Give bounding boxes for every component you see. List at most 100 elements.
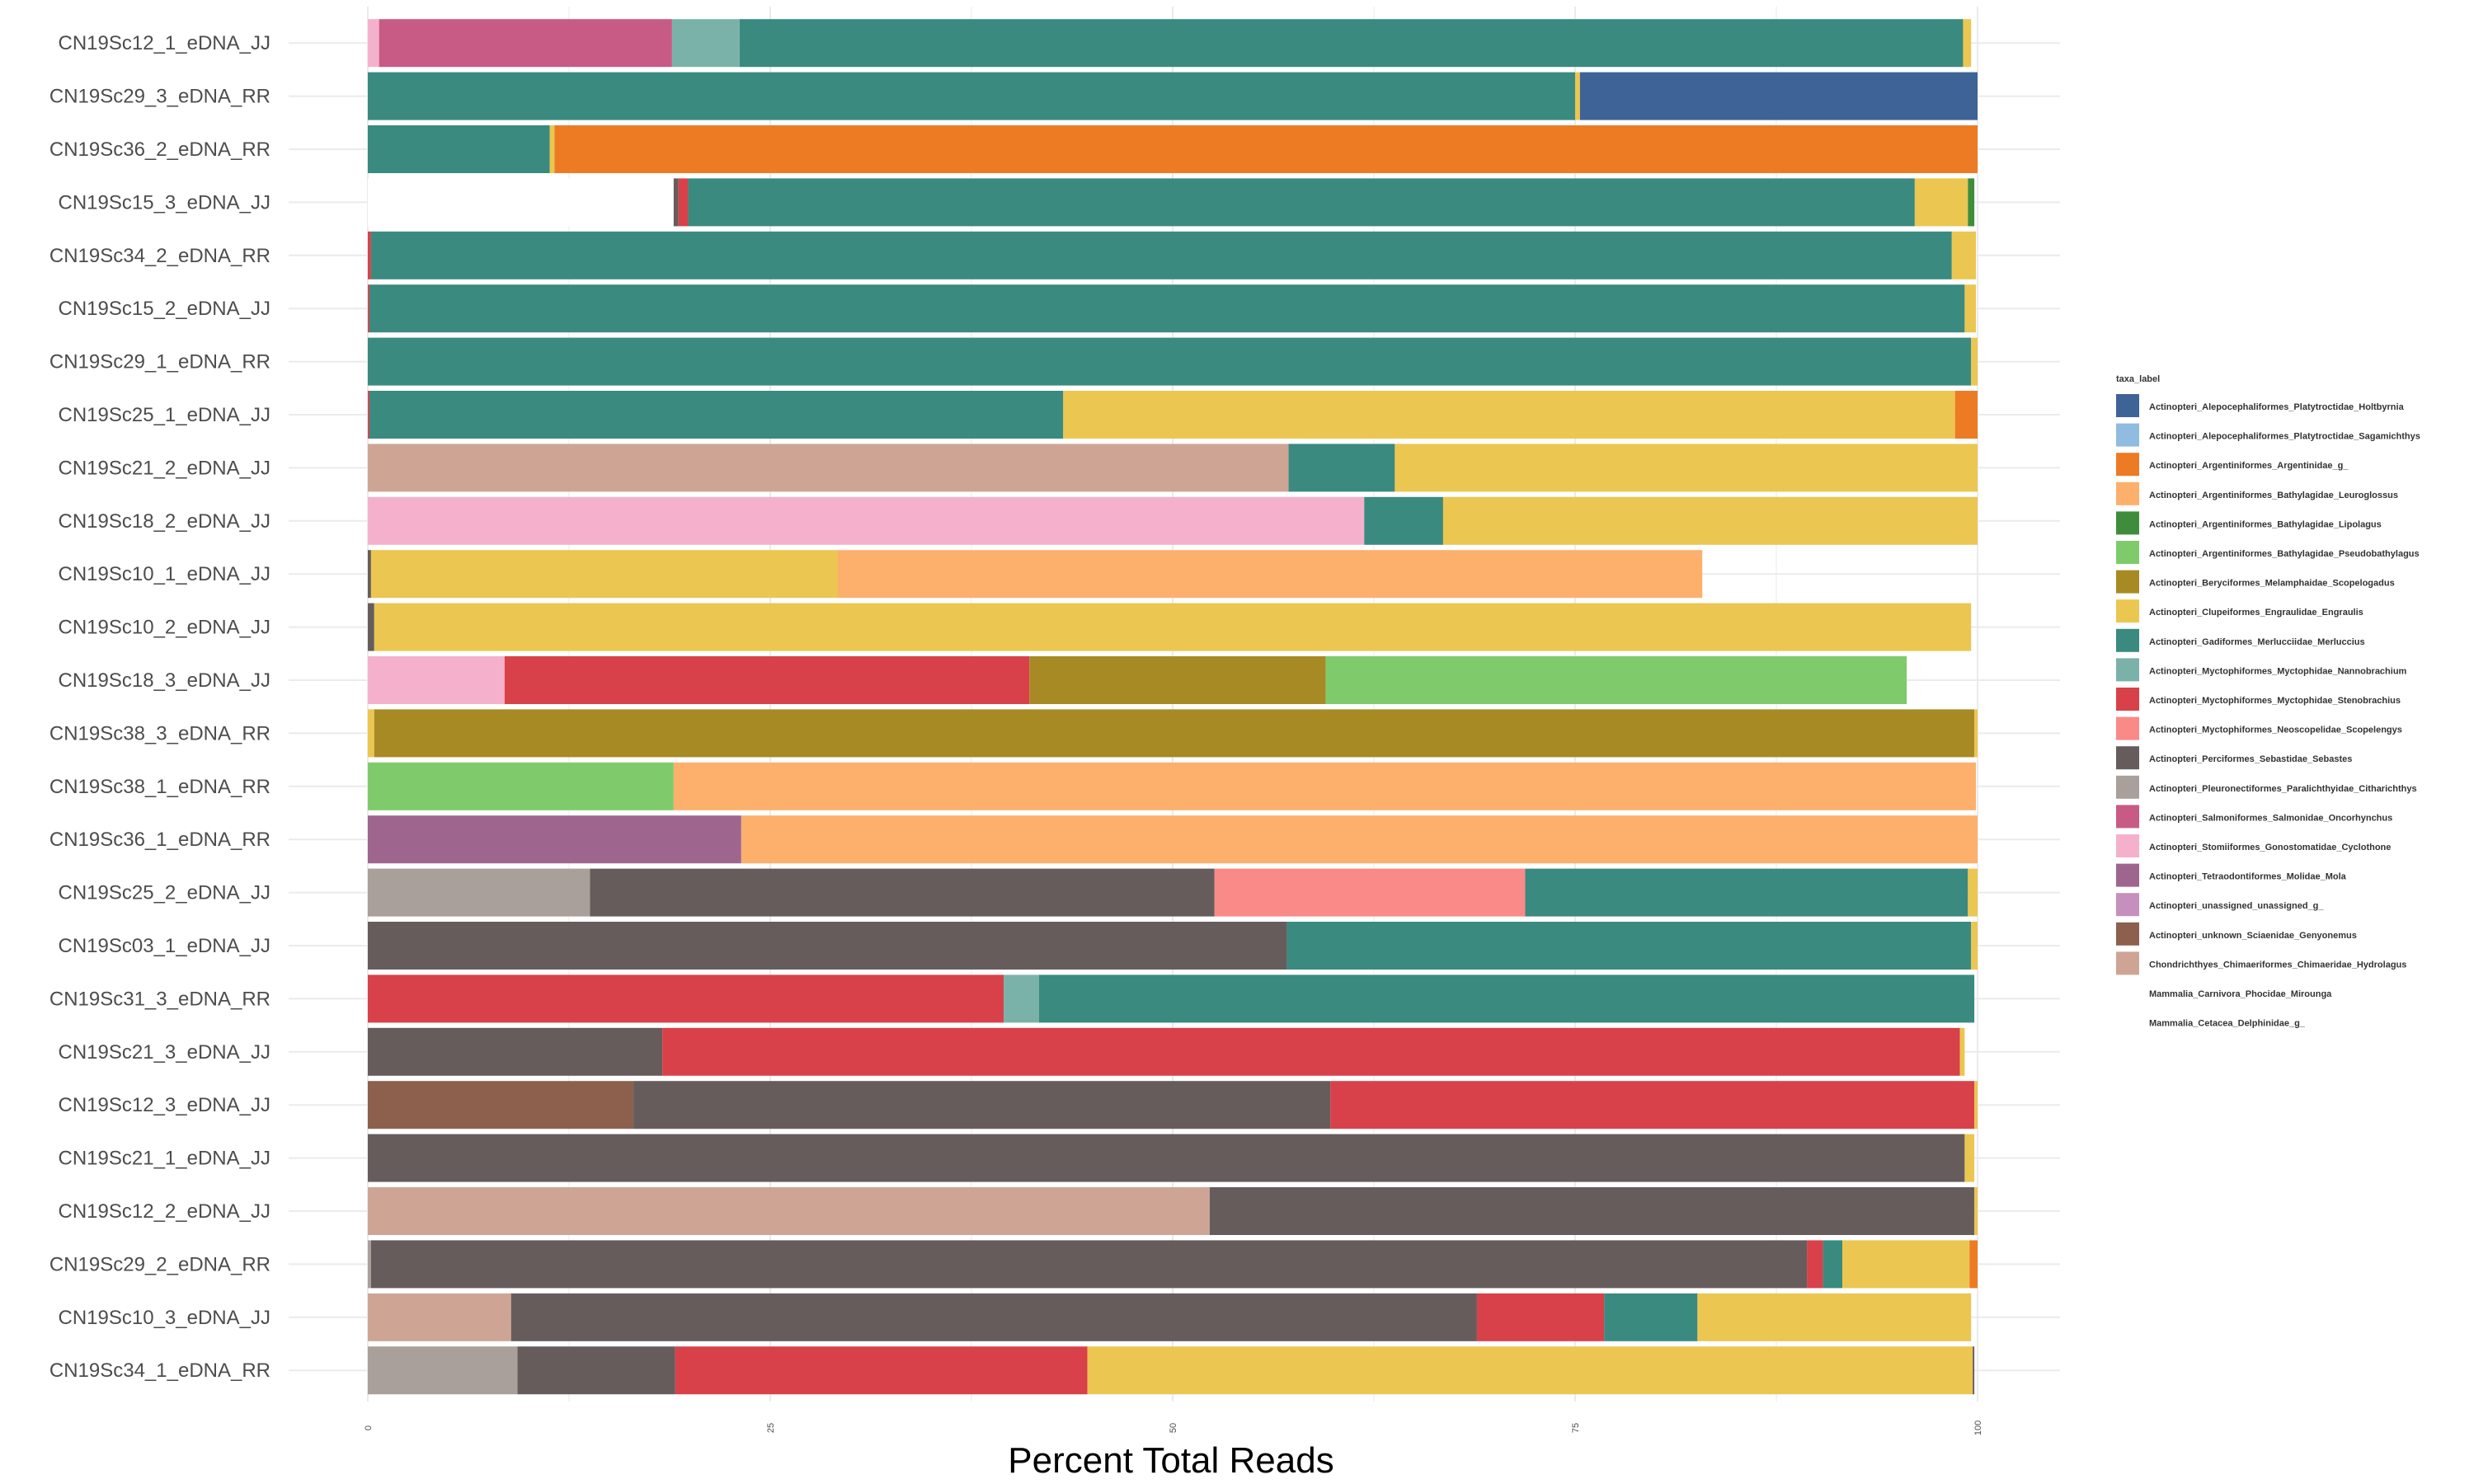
bar-segment [1807,1240,1823,1289]
y-tick-label: CN19Sc36_1_eDNA_RR [49,829,270,851]
legend-swatch [2116,893,2139,917]
legend-swatch [2116,1010,2139,1034]
bar-segment [1288,444,1395,492]
bar-segment [1286,922,1972,970]
legend-item-label: Actinopteri_Stomiiformes_Gonostomatidae_… [2149,843,2391,852]
bar-segment [510,1293,1477,1341]
bar-segment [633,1081,1331,1129]
bar-segment [368,1187,1210,1235]
legend-swatch [2116,981,2139,1004]
bar-row [368,125,1978,173]
bar-segment [1325,656,1907,704]
y-tick-label: CN19Sc36_2_eDNA_RR [49,139,270,161]
legend-item-label: Actinopteri_Argentiniformes_Argentinidae… [2149,461,2349,471]
bar-segment [1209,1187,1975,1235]
y-tick-label: CN19Sc03_1_eDNA_JJ [59,935,270,957]
y-tick-label: CN19Sc31_3_eDNA_RR [49,988,270,1010]
legend-item-label: Actinopteri_Pleuronectiformes_Paralichth… [2149,784,2417,794]
bar-row [368,1293,1972,1341]
y-tick-label: CN19Sc38_1_eDNA_RR [49,776,270,798]
bar-segment [1525,868,1968,917]
bar-segment [368,125,550,173]
legend-item-label: Chondrichthyes_Chimaeriformes_Chimaerida… [2149,960,2406,970]
bar-row [368,656,1907,704]
bar-segment [675,1346,1088,1395]
bar-segment [1959,1027,1965,1076]
y-tick-label: CN19Sc18_2_eDNA_JJ [59,510,270,533]
legend-item-label: Actinopteri_Clupeiformes_Engraulidae_Eng… [2149,608,2363,618]
y-tick-label: CN19Sc12_2_eDNA_JJ [59,1200,270,1223]
legend-swatch [2116,541,2139,564]
bar-row [368,974,1975,1023]
legend-item-label: Actinopteri_Argentiniformes_Bathylagidae… [2149,519,2382,529]
x-tick-label: 100 [1973,1421,1983,1435]
bar-row [368,1027,1965,1076]
bar-segment [590,868,1215,917]
bar-segment [1395,444,1978,492]
legend-swatch [2116,481,2139,505]
bar-row [368,496,1978,545]
y-tick-label: CN19Sc29_2_eDNA_RR [49,1253,270,1275]
bar-segment [517,1346,675,1395]
legend-swatch [2116,423,2139,447]
bar-segment [1954,391,1978,439]
legend-item-label: Mammalia_Cetacea_Delphinidae_g_ [2149,1019,2306,1029]
bar-segment [368,19,379,68]
bar-row [368,72,1978,120]
bar-segment [368,444,1289,492]
legend-swatch [2116,628,2139,652]
legend-swatch [2116,688,2139,711]
legend-swatch [2116,805,2139,829]
bar-segment [549,125,555,173]
bar-segment [368,1027,663,1076]
legend-swatch [2116,658,2139,682]
bar-segment [368,922,1287,970]
y-axis-labels: CN19Sc12_1_eDNA_JJ CN19Sc29_3_eDNA_RR CN19… [49,32,270,1382]
x-tick-label: 0 [364,1425,374,1430]
bar-segment [368,868,590,917]
bar-segment [1963,19,1972,68]
bar-row [368,1134,1975,1182]
bar-segment [1914,178,1968,227]
legend-item-label: Actinopteri_Myctophiformes_Myctophidae_S… [2149,696,2401,706]
bar-segment [1974,709,1978,758]
bar-row [368,815,1978,864]
bar-segment [1973,1346,1975,1395]
bar-segment [368,1240,371,1289]
bar-segment [741,815,1978,864]
bar-segment [368,709,374,758]
bar-row [368,922,1978,970]
legend-swatch [2116,570,2139,594]
bar-row [368,603,1972,651]
y-tick-label: CN19Sc34_1_eDNA_RR [49,1360,270,1382]
legend-item-label: Actinopteri_Gadiformes_Merlucciidae_Merl… [2149,637,2365,647]
y-tick-label: CN19Sc34_2_eDNA_RR [49,245,270,267]
bar-row [368,709,1978,758]
bar-segment [370,1240,1808,1289]
bar-segment [1964,284,1977,333]
stacked-bar-chart: CN19Sc12_1_eDNA_JJ CN19Sc29_3_eDNA_RR CN19… [49,7,2420,1481]
legend-swatch [2116,951,2139,975]
bar-segment [1214,868,1526,917]
legend-item-label: Actinopteri_Argentiniformes_Bathylagidae… [2149,549,2420,559]
bar-segment [368,72,1575,120]
bar-segment [1364,496,1443,545]
legend-item-label: Actinopteri_unassigned_unassigned_g_ [2149,901,2324,911]
bar-segment [678,178,689,227]
legend-swatch [2116,394,2139,417]
bar-segment [368,337,1972,386]
y-tick-label: CN19Sc15_2_eDNA_JJ [59,298,270,320]
bar-segment [1575,72,1580,120]
y-tick-label: CN19Sc15_3_eDNA_JJ [59,191,270,214]
bar-segment [837,550,1703,599]
y-tick-label: CN19Sc38_3_eDNA_RR [49,722,270,744]
bar-segment [1004,974,1039,1023]
bar-segment [673,762,1977,810]
legend-swatch [2116,511,2139,535]
bar-segment [368,391,369,439]
bar-segment [368,762,674,810]
bar-segment [368,284,369,333]
bar-segment [368,178,674,227]
legend-title: taxa_label [2116,374,2160,384]
bar-segment [662,1027,1960,1076]
